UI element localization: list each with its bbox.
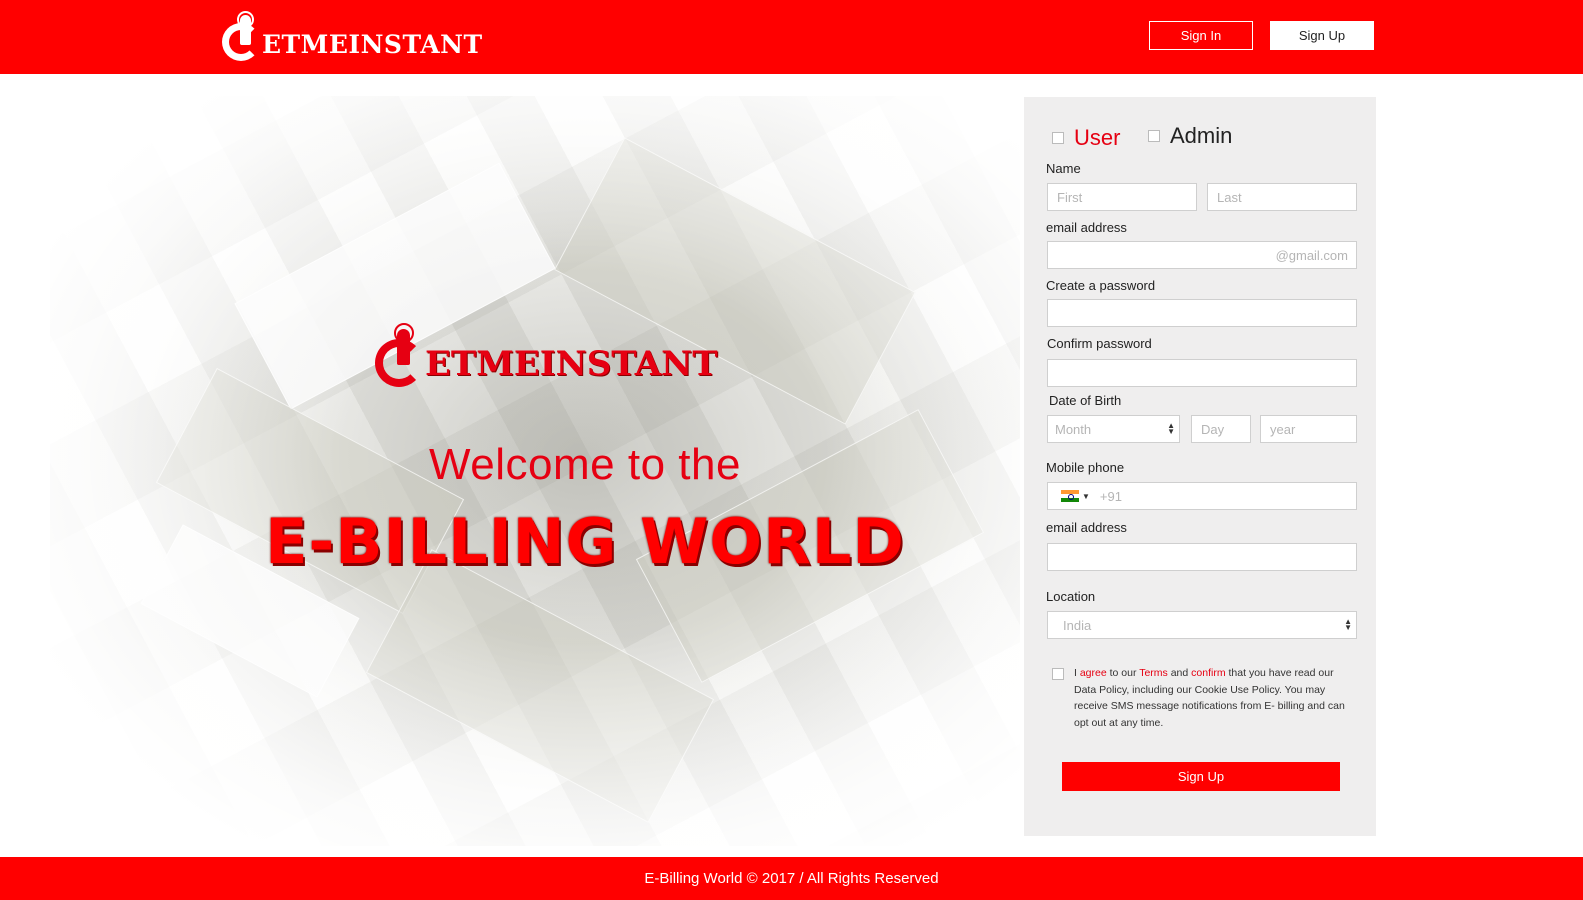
- email-label: email address: [1046, 220, 1127, 235]
- terms-text-part: to our: [1106, 667, 1140, 679]
- confirm-link[interactable]: confirm: [1191, 667, 1225, 679]
- footer: E-Billing World © 2017 / All Rights Rese…: [0, 857, 1583, 900]
- admin-label: Admin: [1170, 123, 1233, 148]
- month-select-value: Month: [1055, 421, 1092, 437]
- user-label: User: [1074, 125, 1121, 150]
- logo-text: ETMEINSTANT: [262, 29, 483, 59]
- sign-up-submit-button[interactable]: Sign Up: [1062, 762, 1340, 791]
- hero-logo-g-finger-icon: [375, 323, 427, 387]
- header-sign-in-button[interactable]: Sign In: [1149, 21, 1253, 50]
- terms-link[interactable]: Terms: [1139, 667, 1168, 679]
- header-sign-up-button[interactable]: Sign Up: [1270, 21, 1374, 50]
- admin-checkbox[interactable]: [1148, 130, 1160, 142]
- mobile-prefix: +91: [1099, 488, 1122, 504]
- year-input[interactable]: year: [1260, 415, 1357, 443]
- password-label: Create a password: [1046, 278, 1156, 293]
- logo-g-finger-icon: [222, 11, 264, 63]
- user-checkbox[interactable]: [1052, 132, 1064, 144]
- select-arrows-icon: ▲ ▼: [1344, 617, 1352, 632]
- mobile-label: Mobile phone: [1046, 460, 1125, 475]
- email2-input[interactable]: [1047, 543, 1357, 571]
- dob-label: Date of Birth: [1049, 393, 1122, 408]
- last-name-input[interactable]: Last: [1207, 183, 1357, 211]
- terms-checkbox[interactable]: [1052, 668, 1064, 680]
- brand-logo[interactable]: ETMEINSTANT: [222, 10, 483, 64]
- confirm-password-label: Confirm password: [1047, 336, 1152, 351]
- email2-label: email address: [1046, 520, 1127, 535]
- top-bar: ETMEINSTANT Sign In Sign Up: [0, 0, 1583, 74]
- password-input[interactable]: [1047, 299, 1357, 327]
- hero-logo-text: ETMEINSTANT: [425, 344, 718, 384]
- location-select-value: India: [1063, 617, 1092, 633]
- day-input[interactable]: Day: [1191, 415, 1251, 443]
- month-select[interactable]: Month ▲ ▼: [1047, 415, 1180, 443]
- name-label: Name: [1046, 161, 1081, 176]
- confirm-password-input[interactable]: [1047, 359, 1357, 387]
- hero-logo: ETMEINSTANT: [375, 323, 718, 387]
- terms-text: I agree to our Terms and confirm that yo…: [1074, 665, 1354, 731]
- terms-text-part: and: [1167, 667, 1192, 679]
- india-flag-icon[interactable]: [1061, 490, 1079, 502]
- location-label: Location: [1046, 589, 1096, 604]
- email-input[interactable]: @gmail.com: [1047, 241, 1357, 269]
- role-admin-option[interactable]: Admin: [1148, 123, 1232, 149]
- select-arrows-icon: ▲ ▼: [1167, 421, 1175, 436]
- location-select[interactable]: India ▲ ▼: [1047, 611, 1357, 639]
- hero-headline: E-BILLING WORLD: [265, 505, 905, 578]
- agree-link[interactable]: agree: [1080, 667, 1107, 679]
- role-user-option[interactable]: User: [1052, 125, 1120, 151]
- mobile-phone-input[interactable]: ▼ +91: [1047, 482, 1357, 510]
- country-dropdown-caret-icon[interactable]: ▼: [1082, 492, 1090, 501]
- signup-form-panel: User Admin Name First Last email address…: [1024, 97, 1376, 836]
- first-name-input[interactable]: First: [1047, 183, 1197, 211]
- copyright-text: E-Billing World © 2017 / All Rights Rese…: [644, 870, 939, 887]
- welcome-text: Welcome to the: [429, 440, 741, 489]
